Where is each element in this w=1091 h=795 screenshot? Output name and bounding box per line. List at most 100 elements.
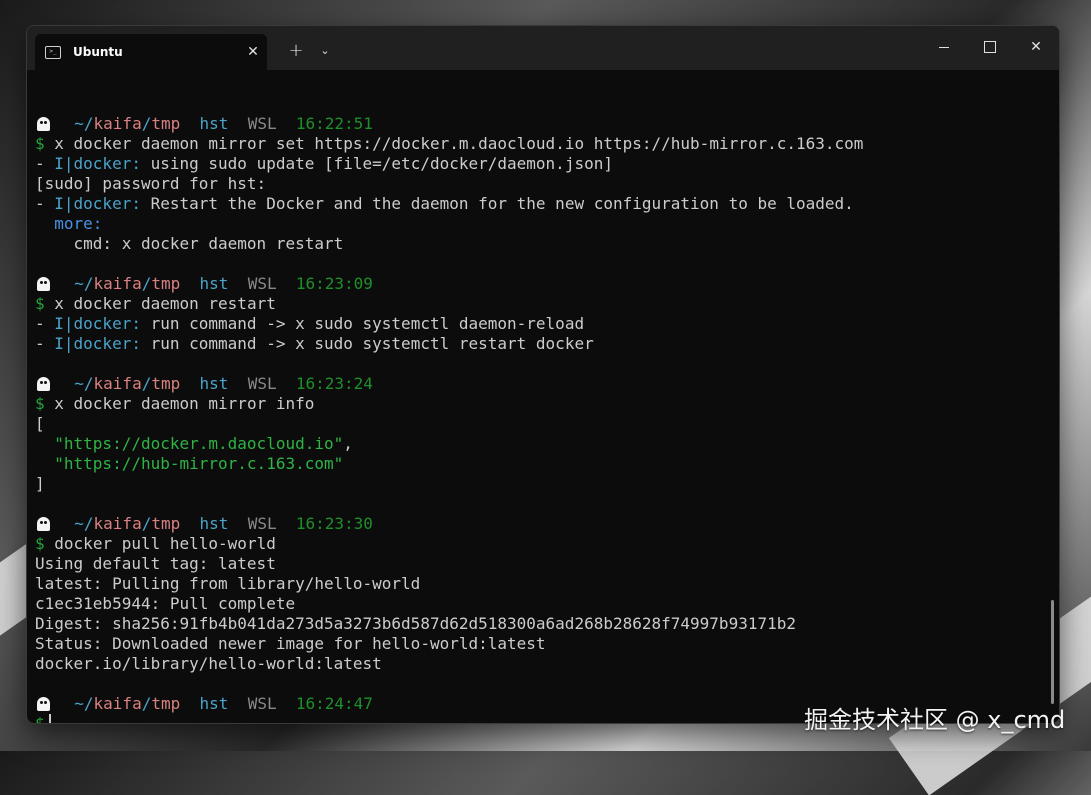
prompt-path-dir: kaifa — [93, 274, 142, 293]
terminal-output[interactable]: ~/kaifa/tmp hst WSL 16:22:51 $ x docker d… — [35, 94, 1045, 724]
output-text: latest: Pulling from library/hello-world — [35, 574, 421, 593]
prompt-line: ~/kaifa/tmp hst WSL 16:23:09 — [35, 274, 1045, 294]
prompt-path-home: ~/ — [74, 514, 94, 533]
output-text: run command -> x sudo systemctl restart … — [140, 334, 594, 353]
close-button[interactable]: ✕ — [1013, 26, 1059, 68]
command-text: x docker daemon mirror info — [54, 394, 315, 413]
output-text: Status: Downloaded newer image for hello… — [35, 634, 546, 653]
prompt-path-dir: tmp — [151, 694, 181, 713]
prompt-time: 16:24:47 — [295, 694, 373, 713]
prompt-path-dir: tmp — [151, 514, 181, 533]
prompt-user: hst — [199, 114, 229, 133]
output-line: - I|docker: Restart the Docker and the d… — [35, 194, 1045, 214]
ghost-icon — [35, 274, 55, 294]
prompt-line: ~/kaifa/tmp hst WSL 16:22:51 — [35, 114, 1045, 134]
scrollbar[interactable] — [1051, 600, 1054, 704]
prompt-path-sep: / — [141, 374, 152, 393]
prompt-symbol: $ — [35, 534, 45, 553]
cursor — [48, 714, 51, 723]
prompt-path-sep: / — [141, 114, 152, 133]
output-dash: - — [35, 154, 55, 173]
prompt-path-dir: tmp — [151, 274, 181, 293]
ghost-icon — [35, 514, 55, 534]
ghost-shape — [37, 517, 50, 531]
prompt-user: hst — [199, 274, 229, 293]
prompt-path-home: ~/ — [74, 694, 94, 713]
log-tag: I|docker: — [54, 314, 141, 333]
ghost-shape — [37, 117, 50, 131]
prompt-path-home: ~/ — [74, 274, 94, 293]
tab-ubuntu[interactable]: >_ Ubuntu ✕ — [35, 34, 267, 70]
prompt-path-dir: tmp — [151, 114, 181, 133]
terminal-window: >_ Ubuntu ✕ + ⌄ ✕ ~/kaifa/tmp hst WSL 16… — [26, 25, 1060, 724]
watermark: 掘金技术社区 @ x_cmd — [804, 706, 1066, 734]
output-line: cmd: x docker daemon restart — [35, 234, 1045, 254]
minimize-button[interactable] — [921, 26, 967, 68]
prompt-symbol: $ — [35, 134, 45, 153]
prompt-symbol: $ — [35, 714, 45, 724]
output-line: [ — [35, 414, 1045, 434]
prompt-path-sep: / — [141, 514, 152, 533]
output-line: Status: Downloaded newer image for hello… — [35, 634, 1045, 654]
prompt-user: hst — [199, 694, 229, 713]
output-text: , — [343, 434, 353, 453]
more-label: more: — [35, 214, 103, 233]
ghost-icon — [35, 114, 55, 134]
output-text: [sudo] password for hst: — [35, 174, 267, 193]
prompt-host: WSL — [247, 374, 277, 393]
log-tag: I|docker: — [54, 334, 141, 353]
output-line: - I|docker: using sudo update [file=/etc… — [35, 154, 1045, 174]
tab-close-icon[interactable]: ✕ — [239, 44, 267, 60]
output-line: docker.io/library/hello-world:latest — [35, 654, 1045, 674]
output-text: docker.io/library/hello-world:latest — [35, 654, 382, 673]
prompt-time: 16:22:51 — [295, 114, 373, 133]
ghost-shape — [37, 697, 50, 711]
output-line: ] — [35, 474, 1045, 494]
tab-title: Ubuntu — [73, 45, 123, 59]
new-tab-button[interactable]: + — [282, 34, 310, 66]
ghost-shape — [37, 377, 50, 391]
prompt-line: ~/kaifa/tmp hst WSL 16:23:30 — [35, 514, 1045, 534]
prompt-line: ~/kaifa/tmp hst WSL 16:23:24 — [35, 374, 1045, 394]
command-line: $ x docker daemon mirror info — [35, 394, 1045, 414]
output-text: run command -> x sudo systemctl daemon-r… — [140, 314, 585, 333]
maximize-button[interactable] — [967, 26, 1013, 68]
log-tag: I|docker: — [54, 194, 141, 213]
prompt-path-home: ~/ — [74, 374, 94, 393]
output-text: ] — [35, 474, 45, 493]
json-string: "https://docker.m.daocloud.io" — [54, 434, 344, 453]
output-line: Using default tag: latest — [35, 554, 1045, 574]
prompt-time: 16:23:09 — [295, 274, 373, 293]
output-text: using sudo update [file=/etc/docker/daem… — [140, 154, 613, 173]
prompt-user: hst — [199, 514, 229, 533]
output-text: cmd: x docker daemon restart — [35, 234, 344, 253]
maximize-icon — [984, 41, 996, 53]
output-text: Restart the Docker and the daemon for th… — [140, 194, 854, 213]
prompt-time: 16:23:30 — [295, 514, 373, 533]
output-line: - I|docker: run command -> x sudo system… — [35, 334, 1045, 354]
output-text: c1ec31eb5944: Pull complete — [35, 594, 296, 613]
chevron-down-icon[interactable]: ⌄ — [314, 34, 336, 66]
output-line: Digest: sha256:91fb4b041da273d5a3273b6d5… — [35, 614, 1045, 634]
command-line: $ x docker daemon restart — [35, 294, 1045, 314]
prompt-path-sep: / — [141, 274, 152, 293]
command-line: $ x docker daemon mirror set https://doc… — [35, 134, 1045, 154]
output-dash: - — [35, 334, 55, 353]
prompt-path-dir: kaifa — [93, 514, 142, 533]
command-line: $ docker pull hello-world — [35, 534, 1045, 554]
output-line: "https://hub-mirror.c.163.com" — [35, 454, 1045, 474]
title-bar: >_ Ubuntu ✕ + ⌄ ✕ — [27, 26, 1059, 70]
ghost-icon — [35, 694, 55, 714]
output-line: "https://docker.m.daocloud.io", — [35, 434, 1045, 454]
prompt-host: WSL — [247, 694, 277, 713]
prompt-symbol: $ — [35, 394, 45, 413]
prompt-host: WSL — [247, 274, 277, 293]
ghost-icon — [35, 374, 55, 394]
